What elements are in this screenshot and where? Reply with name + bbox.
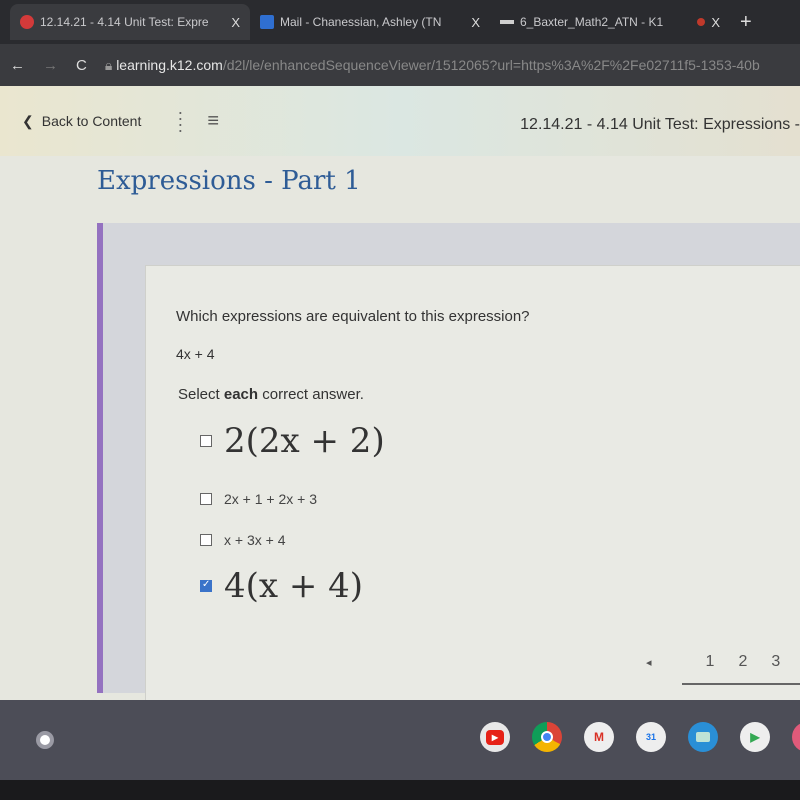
close-icon[interactable]: X [471, 15, 480, 30]
launcher-icon[interactable] [36, 731, 54, 749]
url-field[interactable]: 🔒︎ learning.k12.com/d2l/le/enhancedSeque… [105, 57, 760, 74]
tab-title: 6_Baxter_Math2_ATN - K1 [520, 15, 664, 29]
section-title: Expressions - Part 1 [97, 166, 361, 196]
new-tab-button[interactable]: + [740, 11, 752, 34]
url-host: learning.k12.com [116, 56, 223, 73]
page-1[interactable]: 1 [706, 653, 715, 671]
reload-icon[interactable]: C [76, 57, 87, 74]
instruction-text: Select [178, 386, 224, 403]
question-expression: 4x + 4 [176, 346, 215, 362]
tab-mail[interactable]: Mail - Chanessian, Ashley (TN X [250, 4, 490, 40]
option-label: 2x + 1 + 2x + 3 [224, 491, 318, 507]
checkbox[interactable] [200, 435, 212, 447]
option-label: x + 3x + 4 [224, 532, 286, 548]
tab-title: Mail - Chanessian, Ashley (TN [280, 15, 442, 29]
content-page: ❮ Back to Content · · · · ≡ 12.14.21 - 4.14 … [0, 86, 800, 705]
option-label: 2(2x + 2) [224, 421, 385, 461]
taskbar: ▶ M 31 ▶ [0, 700, 800, 780]
instruction-text: correct answer. [258, 386, 364, 403]
app-icon[interactable] [792, 722, 800, 752]
doc-icon [500, 20, 514, 24]
instruction: Select each correct answer. [178, 386, 364, 403]
pagination: ◂ 1 2 3 [646, 653, 800, 685]
tab-strip: 12.14.21 - 4.14 Unit Test: Expre X Mail … [0, 0, 800, 44]
question-card: Which expressions are equivalent to this… [145, 265, 800, 705]
screen-bezel [0, 780, 800, 800]
files-icon[interactable] [688, 722, 718, 752]
back-arrow-icon[interactable]: ← [10, 57, 25, 74]
chevron-left-icon: ❮ [22, 112, 34, 129]
back-label: Back to Content [41, 113, 142, 129]
gmail-icon[interactable]: M [584, 722, 614, 752]
answer-option[interactable]: x + 3x + 4 [200, 532, 285, 548]
option-label: 4(x + 4) [224, 566, 364, 606]
back-to-content-button[interactable]: ❮ Back to Content [22, 113, 141, 130]
calendar-icon[interactable]: 31 [636, 722, 666, 752]
question-panel: Which expressions are equivalent to this… [97, 223, 800, 705]
answer-option[interactable]: 2x + 1 + 2x + 3 [200, 491, 317, 507]
checkbox-checked[interactable] [200, 579, 212, 592]
outlook-icon [260, 15, 274, 29]
chrome-icon[interactable] [532, 722, 562, 752]
address-bar-row: ← → C 🔒︎ learning.k12.com/d2l/le/enhance… [0, 44, 800, 86]
more-vertical-icon[interactable]: · · · · [177, 103, 183, 139]
page-2[interactable]: 2 [738, 653, 747, 671]
answer-option[interactable]: 2(2x + 2) [200, 421, 385, 461]
play-store-icon[interactable]: ▶ [740, 722, 770, 752]
page-3[interactable]: 3 [771, 653, 780, 671]
page-title: 12.14.21 - 4.14 Unit Test: Expressions - [520, 116, 800, 133]
content-nav: ❮ Back to Content · · · · ≡ 12.14.21 - 4.14 … [0, 86, 800, 156]
tab-unit-test[interactable]: 12.14.21 - 4.14 Unit Test: Expre X [10, 4, 250, 40]
prev-page-icon[interactable]: ◂ [646, 656, 652, 669]
instruction-bold: each [223, 386, 259, 403]
menu-icon[interactable]: ≡ [207, 110, 219, 133]
close-icon[interactable]: X [711, 15, 720, 30]
k12-icon [20, 15, 34, 29]
tab-baxter[interactable]: 6_Baxter_Math2_ATN - K1 X [490, 4, 730, 40]
checkbox[interactable] [200, 534, 212, 546]
forward-arrow-icon[interactable]: → [43, 57, 58, 74]
question-prompt: Which expressions are equivalent to this… [176, 308, 530, 325]
youtube-icon[interactable]: ▶ [480, 722, 510, 752]
pager-underline [682, 683, 800, 685]
close-icon[interactable]: X [231, 15, 240, 30]
answer-option[interactable]: 4(x + 4) [200, 566, 363, 606]
checkbox[interactable] [200, 493, 212, 505]
tab-title: 12.14.21 - 4.14 Unit Test: Expre [40, 15, 209, 29]
recording-icon [697, 18, 706, 26]
url-path: /d2l/le/enhancedSequenceViewer/1512065?u… [222, 56, 760, 73]
